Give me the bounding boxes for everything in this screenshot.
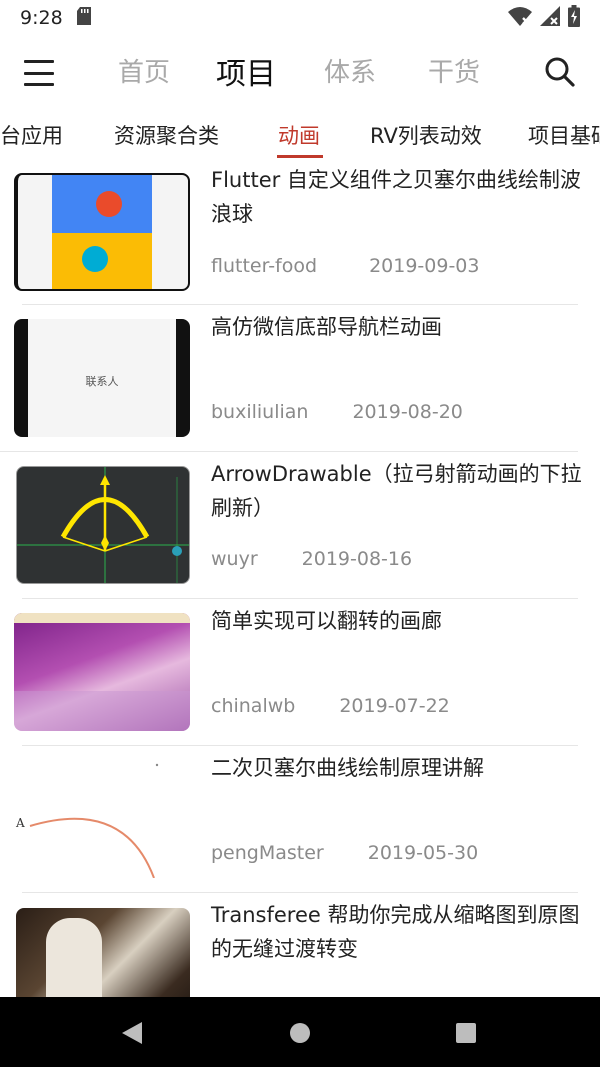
back-icon[interactable]: [120, 1021, 144, 1049]
list-item[interactable]: Transferee 帮助你完成从缩略图到原图的无缝过渡转变: [0, 888, 600, 997]
article-title[interactable]: ArrowDrawable（拉弓射箭动画的下拉刷新）: [211, 457, 589, 525]
category-tab[interactable]: 项目基础功能: [528, 120, 600, 150]
thumbnail-top-bar: [14, 613, 190, 623]
article-thumbnail[interactable]: 联系人: [14, 319, 190, 437]
article-title[interactable]: 二次贝塞尔曲线绘制原理讲解: [211, 751, 589, 785]
article-title[interactable]: 高仿微信底部导航栏动画: [211, 310, 589, 344]
article-thumbnail[interactable]: [14, 613, 190, 731]
menu-button[interactable]: [22, 58, 56, 88]
category-tab[interactable]: 跨平台应用: [0, 120, 63, 150]
list-item[interactable]: Flutter 自定义组件之贝塞尔曲线绘制波浪球 flutter-food 201…: [0, 164, 600, 300]
wifi-x-icon: [508, 6, 532, 30]
app-bar: 首页 项目 体系 干货: [0, 36, 600, 108]
article-title[interactable]: 简单实现可以翻转的画廊: [211, 604, 589, 638]
article-author: flutter-food: [211, 255, 318, 277]
article-date: 2019-08-16: [301, 548, 413, 570]
thumbnail-caption: 联系人: [85, 375, 119, 388]
list-item[interactable]: 联系人 高仿微信底部导航栏动画 buxiliulian 2019-08-20: [0, 300, 600, 447]
category-tab[interactable]: 资源聚合类: [114, 120, 219, 150]
signal-x-icon: [540, 6, 560, 30]
recents-icon[interactable]: [455, 1022, 477, 1048]
article-meta: pengMaster 2019-05-30: [211, 842, 478, 864]
active-tab-indicator: [277, 155, 323, 158]
status-time: 9:28: [20, 7, 63, 29]
article-meta: chinalwb 2019-07-22: [211, 695, 450, 717]
article-meta: flutter-food 2019-09-03: [211, 255, 479, 277]
list-item[interactable]: A 二次贝塞尔曲线绘制原理讲解 pengMaster 2019-05-30: [0, 741, 600, 888]
status-bar: 9:28: [0, 0, 600, 36]
category-tab-active[interactable]: 动画: [278, 120, 320, 150]
menu-icon-bar: [24, 83, 54, 86]
home-icon[interactable]: [289, 1022, 311, 1048]
battery-charging-icon: [568, 5, 580, 31]
tab-projects[interactable]: 项目: [216, 49, 276, 93]
article-date: 2019-05-30: [367, 842, 479, 864]
menu-icon-bar: [24, 60, 54, 63]
category-tab[interactable]: RV列表动效: [370, 120, 482, 150]
article-list: Flutter 自定义组件之贝塞尔曲线绘制波浪球 flutter-food 201…: [0, 164, 600, 997]
category-tabs: 跨平台应用 资源聚合类 动画 RV列表动效 项目基础功能: [0, 108, 600, 164]
article-author: buxiliulian: [211, 401, 309, 423]
article-author: pengMaster: [211, 842, 324, 864]
tab-system[interactable]: 体系: [324, 52, 376, 89]
thumbnail-figure: [46, 918, 102, 997]
article-meta: buxiliulian 2019-08-20: [211, 401, 463, 423]
thumbnail-point-label: A: [16, 816, 25, 830]
thumbnail-reflection: [14, 691, 190, 731]
article-thumbnail[interactable]: [16, 908, 190, 997]
article-author: wuyr: [211, 548, 258, 570]
article-meta: wuyr 2019-08-16: [211, 548, 412, 570]
tab-home[interactable]: 首页: [118, 52, 170, 89]
article-date: 2019-07-22: [339, 695, 450, 717]
list-item[interactable]: 简单实现可以翻转的画廊 chinalwb 2019-07-22: [0, 594, 600, 741]
list-item[interactable]: ArrowDrawable（拉弓射箭动画的下拉刷新） wuyr 2019-08-1…: [0, 447, 600, 594]
article-author: chinalwb: [211, 695, 296, 717]
article-thumbnail[interactable]: A: [14, 760, 190, 878]
article-thumbnail[interactable]: [16, 466, 190, 584]
article-thumbnail[interactable]: [14, 173, 190, 291]
sd-card-icon: [76, 7, 91, 29]
article-date: 2019-08-20: [352, 401, 463, 423]
article-title[interactable]: Flutter 自定义组件之贝塞尔曲线绘制波浪球: [211, 164, 589, 231]
system-nav-bar: [0, 997, 600, 1067]
article-date: 2019-09-03: [369, 255, 480, 277]
tab-dry-goods[interactable]: 干货: [428, 52, 480, 89]
menu-icon-bar: [24, 71, 54, 75]
search-icon[interactable]: [544, 56, 576, 88]
article-title[interactable]: Transferee 帮助你完成从缩略图到原图的无缝过渡转变: [211, 898, 589, 966]
